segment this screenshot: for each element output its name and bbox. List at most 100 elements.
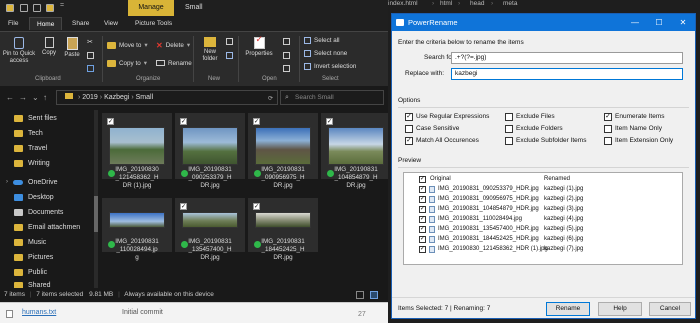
tab-view[interactable]: View bbox=[104, 17, 118, 30]
select-all-checkbox[interactable]: ✓ bbox=[419, 176, 426, 183]
move-to-button[interactable]: Move to ▾ bbox=[107, 40, 148, 50]
sidebar-item-desktop[interactable]: Desktop bbox=[14, 192, 54, 202]
preview-row[interactable]: ✓ IMG_20190831_090253379_HDR.jpg kazbegi (… bbox=[404, 185, 682, 194]
match-all-checkbox[interactable]: ✓ Match All Occurences bbox=[405, 136, 479, 145]
rename-button[interactable]: Rename bbox=[546, 302, 590, 316]
rename-button[interactable]: Rename bbox=[156, 58, 192, 68]
tile-checkbox[interactable]: ✓ bbox=[253, 118, 260, 125]
checkbox-checked[interactable]: ✓ bbox=[405, 136, 413, 145]
row-checkbox[interactable]: ✓ bbox=[419, 246, 426, 253]
expand-chevron-icon[interactable]: › bbox=[6, 179, 8, 185]
humans-file-link[interactable]: humans.txt bbox=[22, 309, 56, 316]
recent-locations-icon[interactable]: ⌄ bbox=[32, 93, 39, 102]
new-folder-button[interactable]: New folder bbox=[197, 37, 223, 63]
column-renamed[interactable]: Renamed bbox=[544, 175, 570, 184]
sidebar-item-writing[interactable]: Writing bbox=[14, 158, 50, 168]
new-item-icon[interactable] bbox=[226, 38, 233, 45]
cancel-button[interactable]: Cancel bbox=[649, 302, 691, 316]
preview-row[interactable]: ✓ IMG_20190831_135457400_HDR.jpg kazbegi (… bbox=[404, 225, 682, 234]
tile-checkbox[interactable]: ✓ bbox=[180, 118, 187, 125]
row-checkbox[interactable]: ✓ bbox=[419, 226, 426, 233]
checkbox-unchecked[interactable] bbox=[604, 124, 612, 133]
copy-path-icon[interactable] bbox=[87, 52, 94, 59]
row-checkbox[interactable]: ✓ bbox=[419, 206, 426, 213]
sidebar-item-travel[interactable]: Travel bbox=[14, 143, 47, 153]
tile-checkbox[interactable]: ✓ bbox=[253, 203, 260, 210]
select-none-button[interactable]: Select none bbox=[304, 48, 347, 58]
breadcrumb-small[interactable]: Small bbox=[136, 94, 154, 101]
checkbox-unchecked[interactable] bbox=[604, 136, 612, 145]
tile-checkbox[interactable]: ✓ bbox=[326, 118, 333, 125]
customize-quick-access-icon[interactable]: = bbox=[60, 2, 64, 9]
preview-row[interactable]: ✓ IMG_20190831_110028494.jpg kazbegi (4).j… bbox=[404, 215, 682, 224]
row-checkbox[interactable]: ✓ bbox=[419, 236, 426, 243]
sidebar-item-public[interactable]: Public bbox=[14, 267, 47, 277]
case-sensitive-checkbox[interactable]: Case Sensitive bbox=[405, 124, 459, 133]
sidebar-item-documents[interactable]: Documents bbox=[14, 207, 63, 217]
checkbox-unchecked[interactable] bbox=[505, 136, 513, 145]
select-all-button[interactable]: Select all bbox=[304, 35, 340, 45]
tab-share[interactable]: Share bbox=[72, 17, 89, 30]
file-tile[interactable] bbox=[102, 198, 172, 231]
tile-checkbox[interactable]: ✓ bbox=[107, 118, 114, 125]
checkbox-checked[interactable]: ✓ bbox=[405, 112, 413, 121]
exclude-subfolder-checkbox[interactable]: Exclude Subfolder Items bbox=[505, 136, 586, 145]
help-button[interactable]: Help bbox=[598, 302, 642, 316]
properties-button[interactable]: ✓ Properties bbox=[242, 35, 276, 58]
tile-checkbox[interactable]: ✓ bbox=[180, 203, 187, 210]
invert-selection-button[interactable]: Invert selection bbox=[304, 61, 356, 71]
preview-row[interactable]: ✓ IMG_20190831_184452425_HDR.jpg kazbegi (… bbox=[404, 235, 682, 244]
tab-manage[interactable]: Manage bbox=[128, 0, 174, 16]
breadcrumb-2019[interactable]: 2019 bbox=[82, 94, 98, 101]
copy-to-button[interactable]: Copy to ▾ bbox=[107, 58, 147, 68]
cut-icon[interactable]: ✂ bbox=[87, 38, 93, 46]
replace-with-input[interactable]: kazbegi bbox=[451, 68, 683, 80]
back-arrow-icon[interactable]: ← bbox=[6, 93, 14, 102]
item-extension-only-checkbox[interactable]: Item Extension Only bbox=[604, 136, 673, 145]
file-tile[interactable]: ✓ bbox=[248, 198, 318, 231]
tab-file[interactable]: File bbox=[8, 17, 18, 30]
row-checkbox[interactable]: ✓ bbox=[419, 216, 426, 223]
use-regex-checkbox[interactable]: ✓ Use Regular Expressions bbox=[405, 112, 489, 121]
preview-list[interactable]: ✓ Original Renamed ✓ IMG_20190831_0902533… bbox=[403, 172, 683, 265]
easy-access-icon[interactable] bbox=[226, 52, 233, 59]
sidebar-item-sent-files[interactable]: Sent files bbox=[14, 113, 57, 123]
enumerate-items-checkbox[interactable]: ✓ Enumerate Items bbox=[604, 112, 665, 121]
breadcrumb-head[interactable]: head bbox=[470, 0, 484, 10]
checkbox-unchecked[interactable] bbox=[405, 124, 413, 133]
tab-home[interactable]: Home bbox=[29, 17, 63, 30]
item-name-only-checkbox[interactable]: Item Name Only bbox=[604, 124, 662, 133]
paste-button[interactable]: Paste bbox=[62, 37, 82, 59]
close-button[interactable]: ✕ bbox=[671, 14, 695, 31]
sidebar-item-pictures[interactable]: Pictures bbox=[14, 252, 53, 262]
breadcrumb-kazbegi[interactable]: Kazbegi bbox=[104, 94, 129, 101]
exclude-files-checkbox[interactable]: Exclude Files bbox=[505, 112, 555, 121]
maximize-button[interactable]: ☐ bbox=[647, 14, 671, 31]
row-checkbox[interactable]: ✓ bbox=[419, 196, 426, 203]
address-bar[interactable]: › 2019 › Kazbegi › Small bbox=[56, 90, 278, 105]
edit-icon[interactable] bbox=[283, 52, 290, 59]
minimize-button[interactable]: — bbox=[623, 14, 647, 31]
sidebar-item-email-attachments[interactable]: Email attachmen bbox=[14, 222, 80, 232]
checkbox-unchecked[interactable] bbox=[505, 112, 513, 121]
preview-row[interactable]: ✓ IMG_20190831_090956975_HDR.jpg kazbegi (… bbox=[404, 195, 682, 204]
large-icons-view-icon[interactable] bbox=[370, 291, 378, 299]
sidebar-item-onedrive[interactable]: › OneDrive bbox=[6, 177, 58, 187]
file-tile[interactable]: ✓ bbox=[175, 198, 245, 231]
delete-button[interactable]: ✕ Delete ▾ bbox=[156, 40, 190, 50]
pin-quick-access-button[interactable]: Pin to Quick access bbox=[2, 37, 36, 65]
open-icon[interactable] bbox=[283, 38, 290, 45]
search-for-input[interactable]: .+?(?=.jpg) bbox=[451, 52, 683, 64]
properties-icon[interactable] bbox=[33, 4, 41, 12]
preview-row[interactable]: ✓ IMG_20190831_104854879_HDR.jpg kazbegi (… bbox=[404, 205, 682, 214]
row-checkbox[interactable]: ✓ bbox=[419, 186, 426, 193]
refresh-icon[interactable]: ⟳ bbox=[268, 95, 273, 102]
history-icon[interactable] bbox=[283, 65, 290, 72]
checkbox-unchecked[interactable] bbox=[505, 124, 513, 133]
editor-tab-index[interactable]: index.html bbox=[388, 0, 418, 10]
exclude-folders-checkbox[interactable]: Exclude Folders bbox=[505, 124, 563, 133]
details-view-icon[interactable] bbox=[356, 291, 364, 299]
preview-row[interactable]: ✓ IMG_20190830_121458362_HDR (1).jpg kazbe… bbox=[404, 245, 682, 254]
up-arrow-icon[interactable]: ↑ bbox=[43, 93, 47, 102]
search-input[interactable]: ⌕ Search Small bbox=[280, 90, 384, 105]
